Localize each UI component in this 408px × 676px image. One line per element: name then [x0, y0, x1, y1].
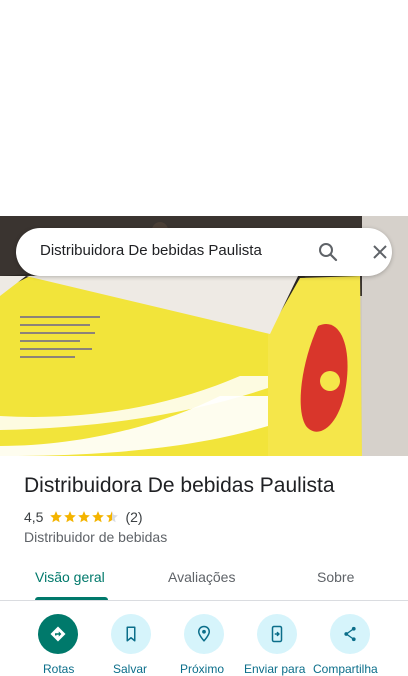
nearby-label[interactable]: Próximo — [180, 662, 224, 676]
directions-icon — [50, 626, 66, 642]
share-label[interactable]: Compartilha — [313, 662, 378, 676]
share-button[interactable] — [330, 614, 370, 654]
place-category: Distribuidor de bebidas — [24, 529, 168, 545]
star-icon — [50, 511, 63, 523]
active-tab-indicator — [35, 597, 108, 600]
send-to-phone-button[interactable] — [257, 614, 297, 654]
star-icon — [78, 511, 91, 523]
search-bar[interactable]: Distribuidora De bebidas Paulista — [16, 228, 392, 276]
nearby-button[interactable] — [184, 614, 224, 654]
send-to-phone-label[interactable]: Enviar para — [244, 662, 305, 676]
close-icon[interactable] — [368, 240, 392, 264]
rating-row[interactable]: 4,5 (2) — [24, 508, 143, 526]
star-icon — [64, 511, 77, 523]
tab-reviews[interactable]: Avaliações — [168, 569, 235, 585]
bookmark-icon — [126, 626, 136, 642]
tab-overview[interactable]: Visão geral — [35, 569, 105, 585]
place-title: Distribuidora De bebidas Paulista — [24, 474, 335, 497]
nearby-icon — [197, 625, 211, 642]
tab-about[interactable]: Sobre — [317, 569, 354, 585]
share-icon — [344, 626, 356, 642]
send-to-phone-icon — [271, 625, 283, 643]
search-query[interactable]: Distribuidora De bebidas Paulista — [40, 242, 262, 259]
save-button[interactable] — [111, 614, 151, 654]
map-area — [0, 0, 408, 216]
review-count[interactable]: (2) — [125, 509, 142, 525]
rating-value: 4,5 — [24, 509, 44, 525]
star-rating — [49, 510, 119, 524]
tab-bar: Visão geral Avaliações Sobre — [0, 560, 408, 601]
directions-button[interactable] — [38, 614, 78, 654]
search-icon[interactable] — [316, 240, 340, 264]
star-icon — [92, 511, 105, 523]
star-icon — [106, 511, 119, 523]
save-label[interactable]: Salvar — [113, 662, 147, 676]
directions-label[interactable]: Rotas — [43, 662, 74, 676]
